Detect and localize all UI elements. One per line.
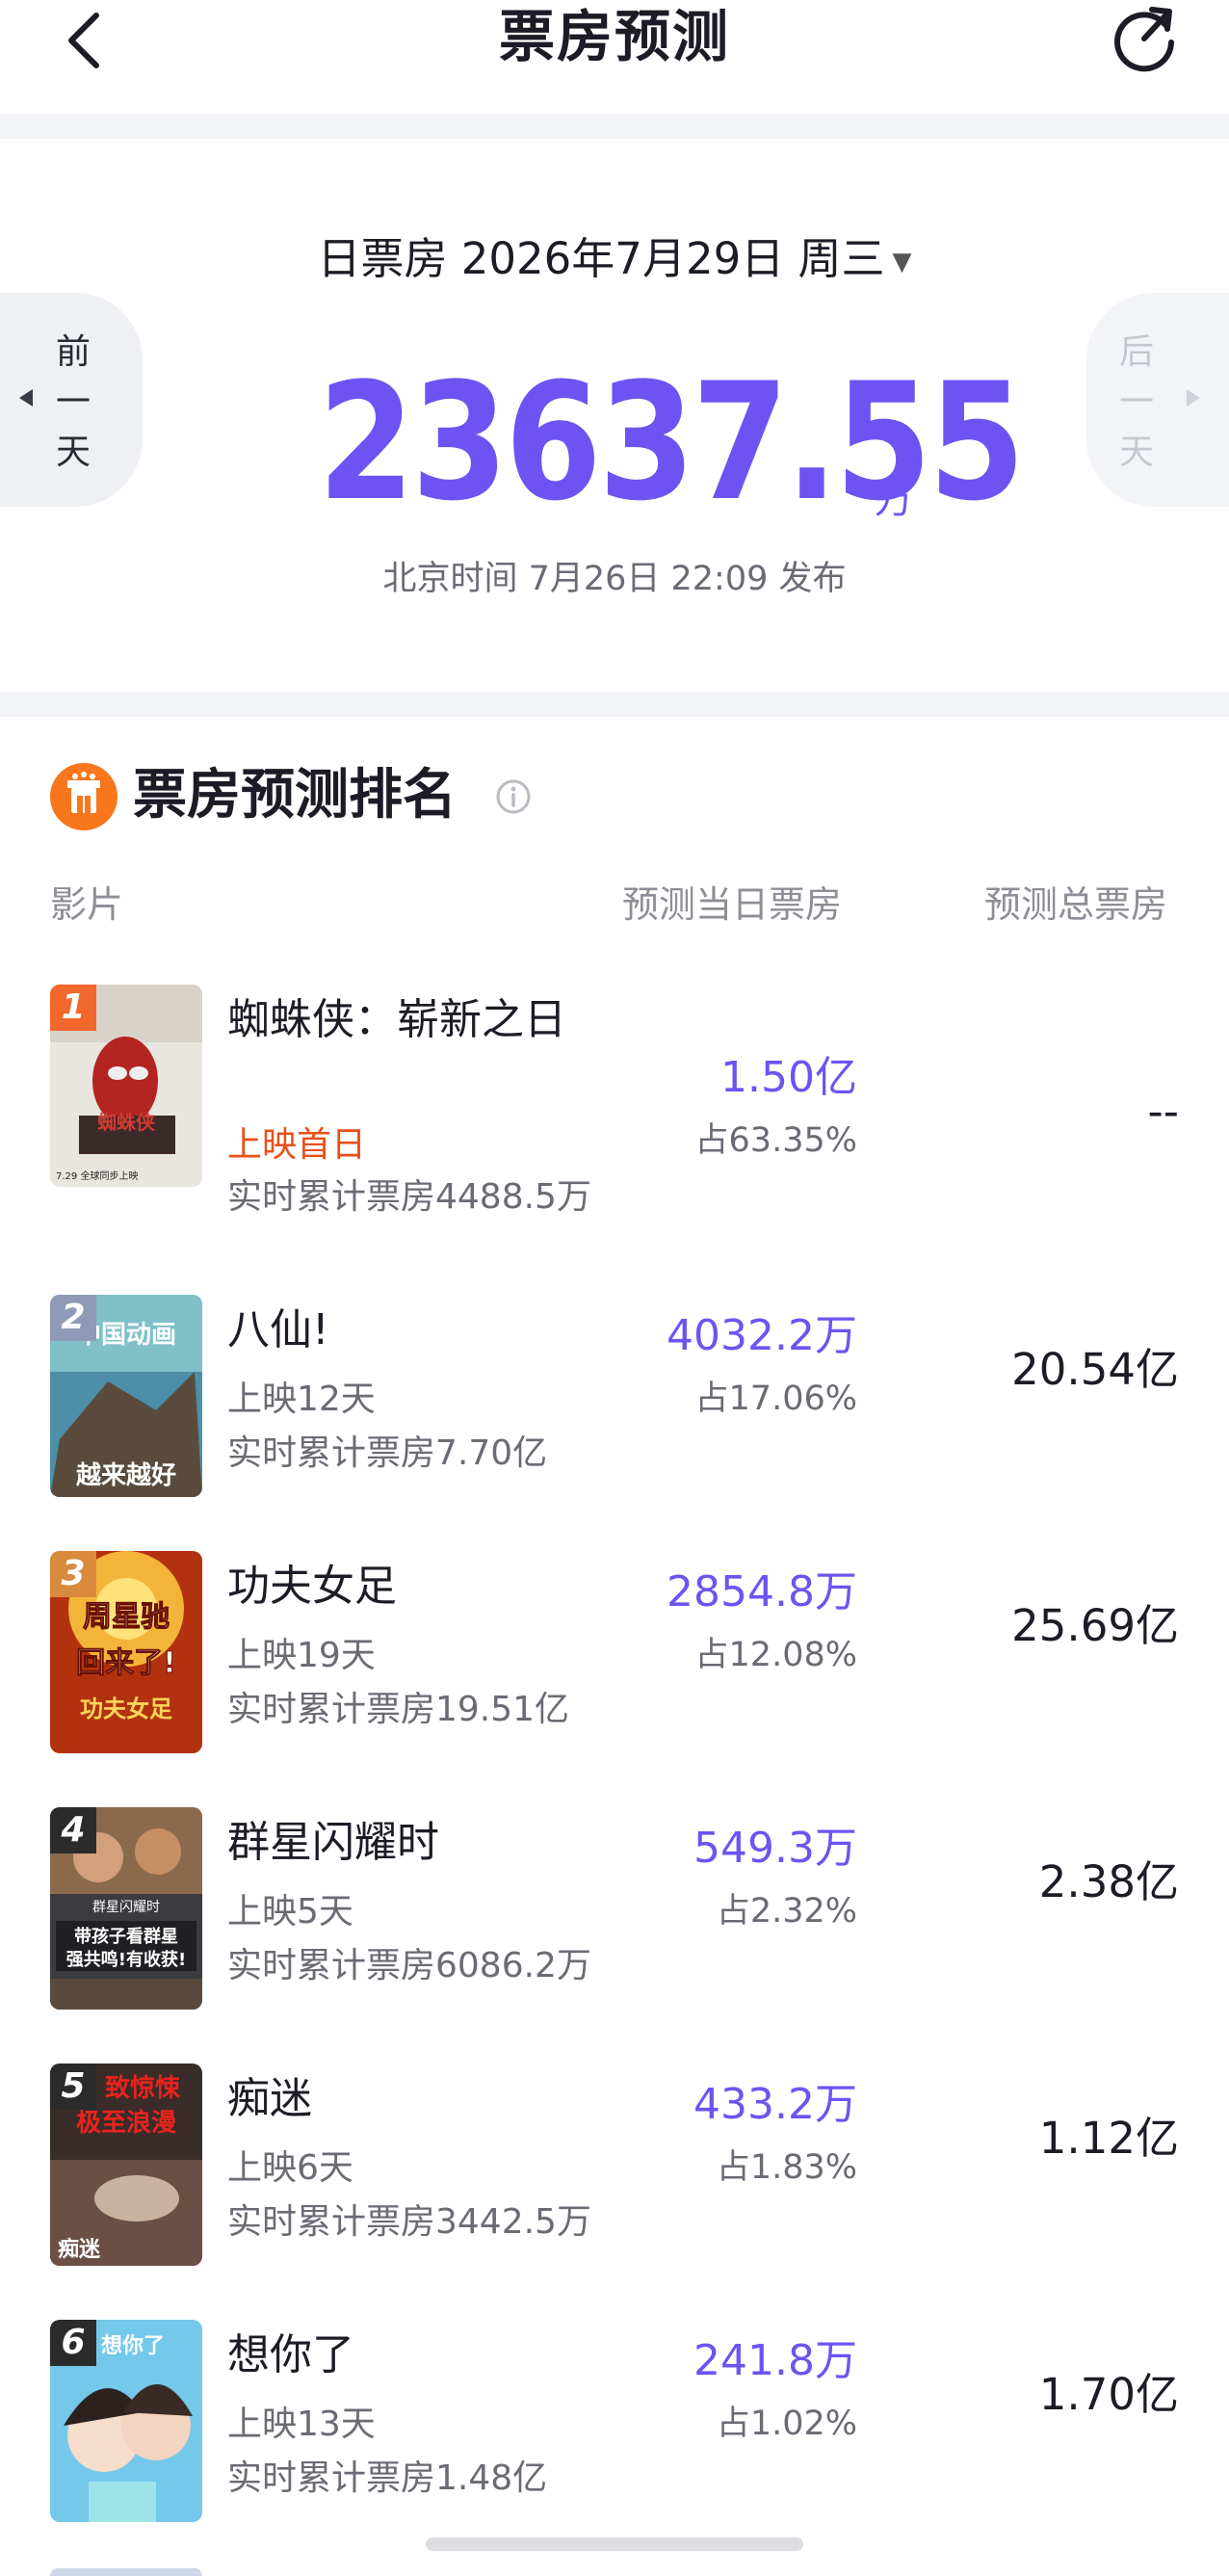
cumulative-box-office: 实时累计票房4488.5万 <box>227 1177 591 1217</box>
total-forecast: -- <box>1147 1086 1179 1137</box>
daily-forecast: 549.3万 <box>693 1824 857 1873</box>
release-status: 上映19天 <box>227 1636 376 1675</box>
film-row[interactable]: 中国动画 越来越好 2 八仙! 上映12天 实时累计票房7.70亿 4032.2… <box>0 1295 1229 1514</box>
svg-text:极至浪漫: 极至浪漫 <box>76 2108 176 2138</box>
date-label: 日票房 2026年7月29日 周三 <box>317 233 885 284</box>
film-poster: 想你了 6 <box>50 2320 202 2522</box>
next-film-poster-peek <box>50 2568 202 2576</box>
home-indicator[interactable] <box>426 2537 803 2551</box>
film-poster: 周星驰 回来了! 功夫女足 3 <box>50 1551 202 1753</box>
cumulative-box-office: 实时累计票房6086.2万 <box>227 1946 591 1985</box>
daily-forecast: 2854.8万 <box>667 1567 857 1617</box>
refresh-button[interactable] <box>1106 0 1183 77</box>
total-forecast: 20.54亿 <box>1011 1344 1179 1395</box>
svg-text:致惊悚: 致惊悚 <box>105 2073 181 2103</box>
cumulative-box-office: 实时累计票房19.51亿 <box>227 1690 570 1729</box>
svg-text:想你了: 想你了 <box>101 2334 165 2358</box>
daily-share: 占2.32% <box>716 1892 857 1931</box>
caret-down-icon: ▼ <box>892 248 912 276</box>
column-header-film: 影片 <box>50 883 124 926</box>
total-box-office-unit: 万 <box>875 478 913 522</box>
film-poster: 中国动画 越来越好 2 <box>50 1295 202 1497</box>
release-status: 上映13天 <box>227 2405 376 2444</box>
svg-text:蜘蛛侠: 蜘蛛侠 <box>97 1111 156 1134</box>
ranking-title: 票房预测排名 <box>133 764 457 827</box>
film-row[interactable]: 周星驰 回来了! 功夫女足 3 功夫女足 上映19天 实时累计票房19.51亿 … <box>0 1551 1229 1771</box>
header-bar: 票房预测 <box>0 0 1229 114</box>
film-row[interactable]: 群星闪耀时 带孩子看群星 强共鸣!有收获! 4 群星闪耀时 上映5天 实时累计票… <box>0 1807 1229 2027</box>
refresh-icon <box>1114 7 1174 72</box>
release-status: 上映12天 <box>227 1380 376 1419</box>
daily-forecast: 241.8万 <box>693 2336 857 2385</box>
cinema-icon <box>50 763 118 830</box>
daily-forecast: 4032.2万 <box>667 1311 857 1360</box>
daily-share: 占17.06% <box>694 1380 857 1418</box>
svg-text:7.29 全球同步上映: 7.29 全球同步上映 <box>56 1170 138 1182</box>
rank-badge: 4 <box>50 1807 96 1853</box>
film-title: 群星闪耀时 <box>227 1818 439 1867</box>
prev-day-label: 前 一 天 <box>55 332 91 472</box>
daily-forecast: 1.50亿 <box>720 1053 857 1102</box>
svg-text:越来越好: 越来越好 <box>76 1461 176 1490</box>
daily-share: 占1.83% <box>716 2148 857 2187</box>
film-row[interactable]: 致惊悚 极至浪漫 痴迷 5 痴迷 上映6天 实时累计票房3442.5万 433.… <box>0 2063 1229 2283</box>
film-title: 功夫女足 <box>227 1562 397 1611</box>
rank-badge: 3 <box>50 1551 96 1597</box>
svg-text:强共鸣!有收获!: 强共鸣!有收获! <box>66 1949 186 1970</box>
svg-text:功夫女足: 功夫女足 <box>80 1695 172 1722</box>
film-title: 痴迷 <box>227 2074 312 2123</box>
film-row[interactable]: 蜘蛛侠 7.29 全球同步上映 1 蜘蛛侠：崭新之日 上映首日 实时累计票房44… <box>0 985 1229 1217</box>
daily-share: 占1.02% <box>716 2405 857 2443</box>
next-day-button[interactable]: 后 一 天 <box>1086 293 1229 507</box>
rank-badge: 2 <box>50 1295 96 1341</box>
publish-time: 北京时间 7月26日 22:09 发布 <box>382 560 847 598</box>
total-forecast: 1.12亿 <box>1038 2113 1179 2164</box>
cumulative-box-office: 实时累计票房7.70亿 <box>227 1433 548 1473</box>
column-header-total[interactable]: 预测总票房 <box>984 881 1167 929</box>
film-poster: 致惊悚 极至浪漫 痴迷 5 <box>50 2063 202 2266</box>
ranking-section: 票房预测排名 影片 预测当日票房 预测总票房 蜘蛛侠 7.29 全球同步上映 1… <box>0 717 1229 2576</box>
total-box-office-value: 23637.55 <box>318 348 1026 537</box>
rank-badge: 5 <box>50 2063 96 2110</box>
film-title: 八仙! <box>227 1305 329 1354</box>
total-forecast: 25.69亿 <box>1011 1600 1179 1651</box>
film-title: 想你了 <box>227 2330 354 2379</box>
release-status: 上映6天 <box>227 2148 353 2188</box>
total-forecast: 1.70亿 <box>1038 2369 1179 2420</box>
column-header-daily[interactable]: 预测当日票房 <box>622 881 842 929</box>
release-status: 上映5天 <box>227 1892 353 1932</box>
daily-share: 占12.08% <box>694 1636 857 1674</box>
info-icon[interactable] <box>495 778 532 815</box>
svg-text:回来了!: 回来了! <box>76 1646 176 1680</box>
svg-text:群星闪耀时: 群星闪耀时 <box>92 1900 160 1915</box>
arrow-right-icon <box>1187 389 1200 407</box>
film-title: 蜘蛛侠：崭新之日 <box>227 995 566 1044</box>
daily-box-office-summary: 日票房 2026年7月29日 周三 ▼ 前 一 天 后 一 天 23637.55 … <box>0 139 1229 692</box>
film-row[interactable]: 想你了 6 想你了 上映13天 实时累计票房1.48亿 241.8万 占1.02… <box>0 2320 1229 2539</box>
daily-share: 占63.35% <box>694 1121 857 1160</box>
date-selector[interactable]: 日票房 2026年7月29日 周三 ▼ <box>0 225 1229 293</box>
svg-text:带孩子看群星: 带孩子看群星 <box>74 1926 178 1947</box>
cumulative-box-office: 实时累计票房3442.5万 <box>227 2202 591 2242</box>
next-day-label: 后 一 天 <box>1118 332 1154 472</box>
svg-text:痴迷: 痴迷 <box>58 2237 101 2262</box>
total-forecast: 2.38亿 <box>1038 1856 1179 1907</box>
film-poster: 蜘蛛侠 7.29 全球同步上映 1 <box>50 985 202 1187</box>
film-poster: 群星闪耀时 带孩子看群星 强共鸣!有收获! 4 <box>50 1807 202 2010</box>
prev-day-button[interactable]: 前 一 天 <box>0 293 143 507</box>
rank-badge: 6 <box>50 2320 96 2366</box>
daily-forecast: 433.2万 <box>693 2080 857 2129</box>
svg-text:周星驰: 周星驰 <box>83 1600 170 1634</box>
release-status: 上映首日 <box>227 1125 367 1165</box>
arrow-left-icon <box>19 389 33 407</box>
page-title: 票房预测 <box>498 4 730 69</box>
rank-badge: 1 <box>50 985 96 1031</box>
cumulative-box-office: 实时累计票房1.48亿 <box>227 2458 548 2498</box>
